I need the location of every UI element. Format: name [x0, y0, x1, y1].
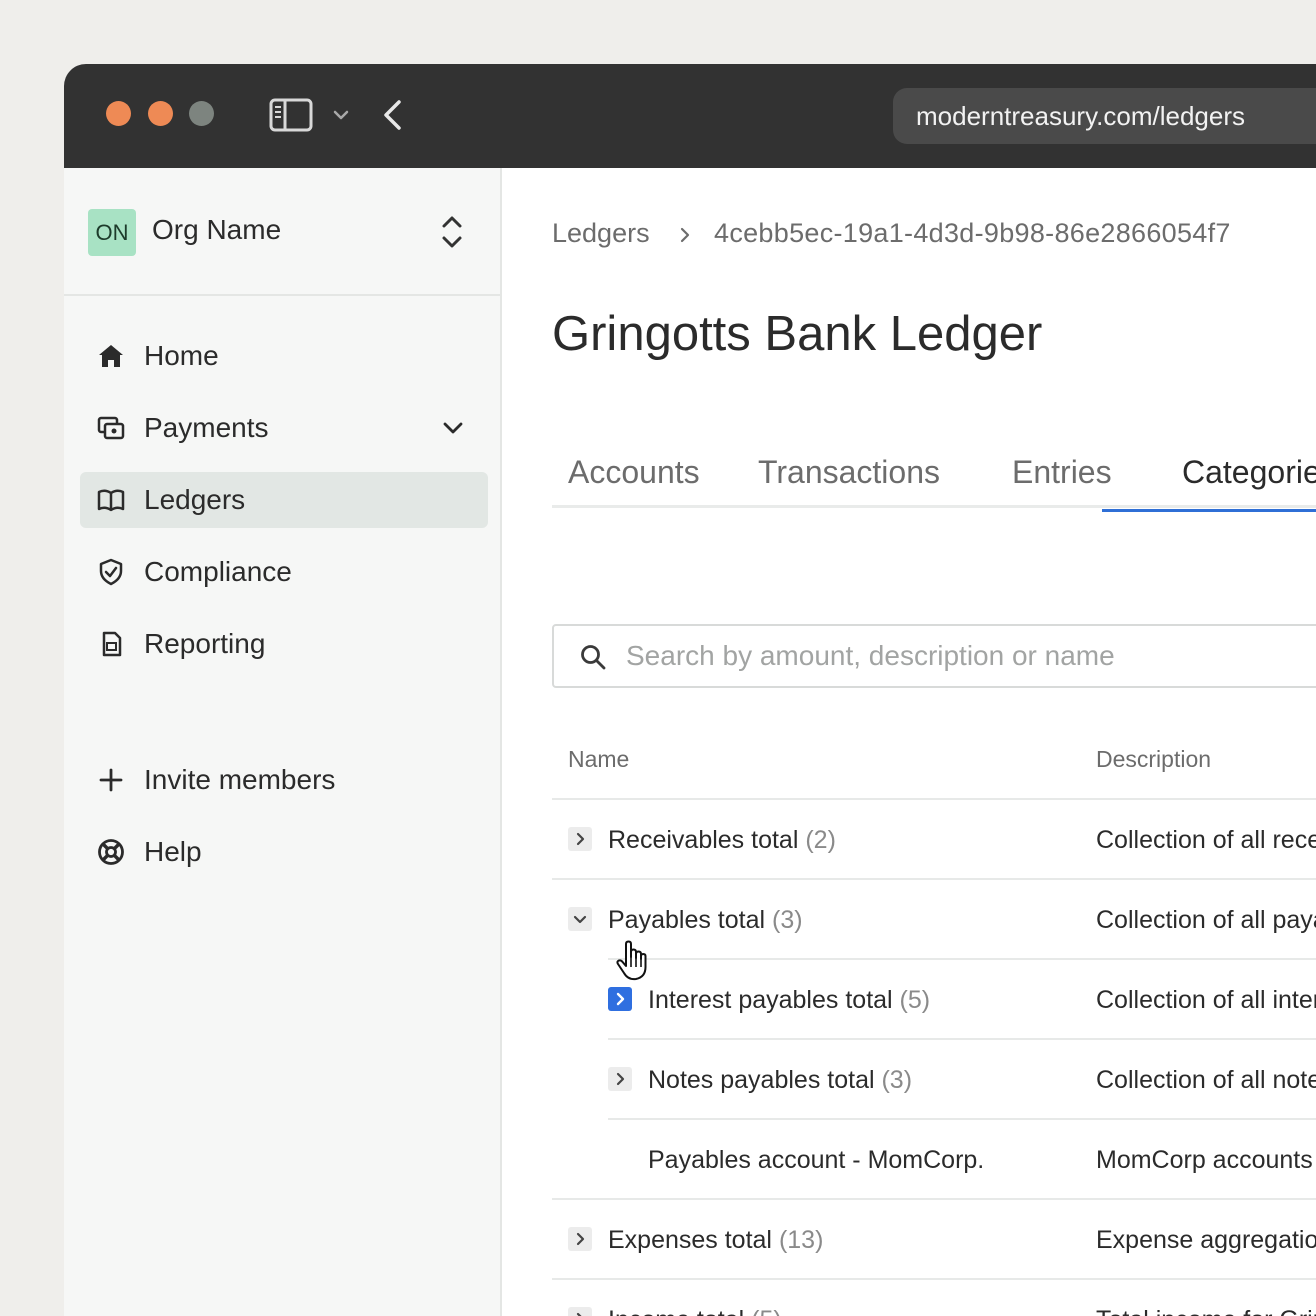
sidebar: ON Org Name Home Payments Ledgers Compli… — [64, 168, 502, 1316]
row-count: (13) — [778, 1226, 824, 1254]
row-name: Expenses total — [608, 1226, 772, 1254]
row-name: Income total — [608, 1306, 744, 1316]
sidebar-item-label: Help — [144, 836, 202, 867]
sidebar-item-compliance[interactable]: Compliance — [80, 544, 488, 600]
row-name: Notes payables total — [648, 1066, 875, 1094]
sidebar-item-label: Payments — [144, 412, 269, 443]
row-description: Expense aggregation — [1096, 1226, 1316, 1254]
row-name: Payables account - MomCorp. — [648, 1146, 985, 1174]
search-input[interactable] — [626, 626, 1316, 686]
row-name-cell: Notes payables total (3) — [648, 1040, 912, 1120]
sidebar-item-label: Compliance — [144, 556, 292, 587]
sidebar-item-reporting[interactable]: Reporting — [80, 616, 488, 672]
plus-icon — [99, 768, 123, 792]
sidebar-item-label: Home — [144, 340, 219, 371]
org-switcher[interactable]: ON Org Name — [64, 168, 502, 296]
row-description: Collection of all interest payables — [1096, 986, 1316, 1014]
chevron-right-icon — [616, 1072, 625, 1086]
row-name-cell: Expenses total (13) — [608, 1200, 823, 1280]
table-row[interactable]: Payables total (3) Collection of all pay… — [552, 880, 1316, 960]
payments-icon — [97, 416, 125, 440]
chevron-right-icon — [616, 992, 625, 1006]
table-row[interactable]: Payables account - MomCorp. MomCorp acco… — [552, 1120, 1316, 1200]
sidebar-item-ledgers[interactable]: Ledgers — [80, 472, 488, 528]
row-count: (2) — [805, 826, 836, 854]
row-name: Payables total — [608, 906, 766, 934]
help-button[interactable]: Help — [80, 824, 488, 880]
org-name: Org Name — [152, 214, 282, 245]
row-description: Total income for Gringotts — [1096, 1280, 1316, 1316]
row-description: MomCorp accounts payable — [1096, 1146, 1316, 1174]
search-icon — [581, 645, 606, 670]
row-name: Receivables total — [608, 826, 799, 854]
breadcrumb-ledgers-link[interactable]: Ledgers — [552, 218, 650, 249]
column-header-name[interactable]: Name — [568, 746, 629, 773]
page-title: Gringotts Bank Ledger — [552, 307, 1043, 361]
chevron-down-icon — [573, 915, 587, 924]
sidebar-toggle-icon[interactable] — [269, 98, 313, 132]
sidebar-item-payments[interactable]: Payments — [80, 400, 488, 456]
row-description: Collection of all payables — [1096, 906, 1316, 934]
invite-members-button[interactable]: Invite members — [80, 752, 488, 808]
sidebar-item-label: Reporting — [144, 628, 266, 659]
book-icon — [97, 489, 125, 512]
chevron-down-icon[interactable] — [332, 108, 350, 122]
row-name-cell: Payables account - MomCorp. — [648, 1120, 984, 1200]
sidebar-item-label: Ledgers — [144, 484, 246, 515]
close-window-button[interactable] — [106, 101, 131, 126]
lifebuoy-icon — [98, 839, 124, 865]
expand-row-button[interactable] — [568, 827, 592, 851]
tab-accounts[interactable]: Accounts — [568, 454, 700, 491]
chevron-right-icon — [680, 227, 690, 243]
sidebar-item-home[interactable]: Home — [80, 328, 488, 384]
main-content: Ledgers 4cebb5ec-19a1-4d3d-9b98-86e28660… — [504, 168, 1316, 1316]
column-header-description[interactable]: Description — [1096, 746, 1211, 773]
row-count: (5) — [751, 1306, 782, 1316]
table-row[interactable]: Income total (5) Total income for Gringo… — [552, 1280, 1316, 1316]
expand-row-button[interactable] — [568, 1227, 592, 1251]
browser-titlebar: moderntreasury.com/ledgers — [64, 64, 1316, 168]
tab-transactions[interactable]: Transactions — [758, 454, 940, 491]
expand-row-button[interactable] — [608, 1067, 632, 1091]
breadcrumb-ledger-id: 4cebb5ec-19a1-4d3d-9b98-86e2866054f7 — [714, 218, 1231, 248]
row-count: (3) — [881, 1066, 913, 1094]
row-name: Interest payables total — [648, 986, 893, 1014]
active-tab-indicator — [1102, 509, 1316, 512]
zoom-window-button[interactable] — [189, 101, 214, 126]
shield-check-icon — [99, 558, 123, 586]
row-description: Collection of all notes payables — [1096, 1066, 1316, 1094]
chevron-right-icon — [576, 1312, 582, 1316]
row-count: (3) — [772, 906, 803, 934]
collapse-row-button[interactable] — [568, 907, 592, 931]
home-icon — [99, 345, 123, 367]
expand-row-button[interactable] — [608, 987, 632, 1011]
row-description: Collection of all receivables — [1096, 826, 1316, 854]
url-text: moderntreasury.com/ledgers — [916, 101, 1245, 131]
chevron-right-icon — [576, 832, 585, 846]
row-count: (5) — [899, 986, 931, 1014]
tab-bar: Accounts Transactions Entries Categories — [552, 450, 1316, 508]
search-box[interactable] — [552, 624, 1316, 688]
table-row[interactable]: Receivables total (2) Collection of all … — [552, 800, 1316, 880]
hand-cursor-icon — [616, 940, 647, 981]
row-name-cell: Interest payables total (5) — [648, 960, 930, 1040]
row-name-cell: Receivables total (2) — [608, 800, 836, 880]
chevron-right-icon — [576, 1232, 585, 1246]
address-bar[interactable]: moderntreasury.com/ledgers — [893, 88, 1316, 144]
table-row[interactable]: Expenses total (13) Expense aggregation — [552, 1200, 1316, 1280]
minimize-window-button[interactable] — [148, 101, 173, 126]
tab-entries[interactable]: Entries — [1012, 454, 1112, 491]
up-down-chevron-icon[interactable] — [440, 214, 464, 250]
org-avatar: ON — [88, 209, 136, 256]
back-arrow-icon[interactable] — [380, 98, 404, 132]
row-name-cell: Income total (5) — [608, 1280, 782, 1316]
table-row[interactable]: Notes payables total (3) Collection of a… — [552, 1040, 1316, 1120]
tab-categories[interactable]: Categories — [1182, 454, 1316, 491]
browser-window: moderntreasury.com/ledgers ON Org Name H… — [64, 64, 1316, 1316]
table-row[interactable]: Interest payables total (5) Collection o… — [552, 960, 1316, 1040]
sidebar-item-label: Invite members — [144, 764, 336, 795]
report-icon — [102, 631, 122, 657]
chevron-down-icon[interactable] — [442, 420, 464, 436]
expand-row-button[interactable] — [568, 1307, 592, 1316]
